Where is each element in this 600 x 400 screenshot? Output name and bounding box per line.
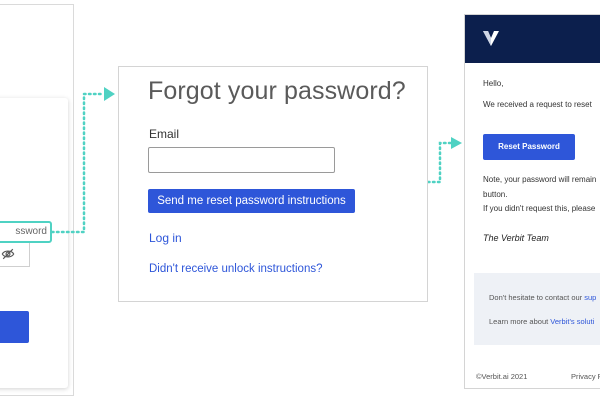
eye-slash-icon (1, 248, 15, 260)
email-note-line: button. (483, 190, 508, 199)
page-title: Forgot your password? (148, 77, 406, 105)
email-reset-password-button[interactable]: Reset Password (483, 134, 575, 160)
arrow-right-icon (451, 137, 462, 149)
send-reset-instructions-button[interactable]: Send me reset password instructions (148, 189, 355, 213)
email-header (465, 15, 600, 63)
reset-password-email: Hello, We received a request to reset Re… (464, 14, 600, 389)
email-label: Email (149, 127, 180, 141)
email-footer-box (474, 273, 600, 345)
email-note-line: If you didn't request this, please (483, 204, 596, 213)
copyright-text: ©Verbit.ai 2021 (476, 372, 528, 381)
password-visibility-toggle[interactable] (0, 243, 30, 267)
email-request-line: We received a request to reset (483, 100, 592, 109)
email-note-line: Note, your password will remain (483, 175, 597, 184)
email-signature: The Verbit Team (483, 233, 549, 243)
password-input[interactable]: ssword (0, 221, 52, 243)
arrow-right-icon (104, 87, 115, 101)
login-button[interactable] (0, 311, 29, 343)
footer-contact-text: Don't hesitate to contact our (489, 293, 585, 302)
unlock-instructions-link[interactable]: Didn't receive unlock instructions? (149, 263, 323, 275)
email-field[interactable] (148, 147, 335, 173)
forgot-password-card: Forgot your password? Email Send me rese… (118, 66, 428, 302)
footer-learn-text: Learn more about (489, 317, 551, 326)
email-footer-contact: Don't hesitate to contact our sup (489, 293, 596, 302)
email-footer-learn: Learn more about Verbit's soluti (489, 317, 594, 326)
solutions-link[interactable]: Verbit's soluti (550, 317, 594, 326)
connector-forgot-to-email (426, 137, 462, 184)
log-in-link[interactable]: Log in (149, 231, 182, 245)
email-greeting: Hello, (483, 79, 504, 88)
verbit-logo-icon (483, 31, 499, 46)
privacy-link[interactable]: Privacy P (571, 372, 600, 381)
support-link[interactable]: sup (584, 293, 596, 302)
